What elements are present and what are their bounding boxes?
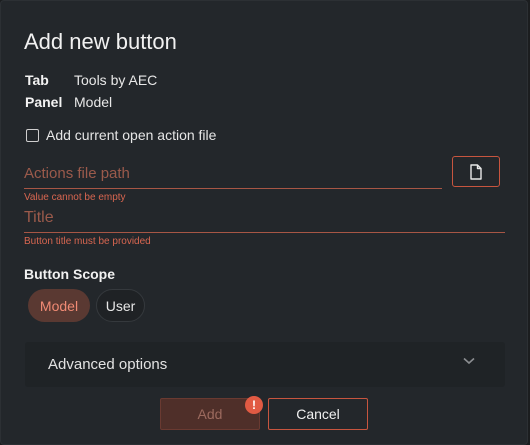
add-current-file-label[interactable]: Add current open action file — [46, 127, 216, 143]
tab-key: Tab — [25, 72, 49, 88]
actions-file-path-input[interactable]: Actions file path — [24, 165, 442, 189]
browse-file-button[interactable] — [452, 156, 500, 187]
add-current-file-option[interactable]: Add current open action file — [26, 127, 216, 143]
title-input[interactable]: Title — [24, 209, 505, 233]
panel-value: Model — [74, 94, 113, 110]
cancel-button[interactable]: Cancel — [268, 398, 368, 430]
add-button-dialog: Add new button Tab Tools by AEC Panel Mode… — [0, 0, 528, 445]
dialog-title: Add new button — [24, 29, 177, 54]
button-scope-heading: Button Scope — [24, 266, 115, 282]
actions-file-path-error: Value cannot be empty — [24, 192, 126, 203]
advanced-options-label[interactable]: Advanced options — [48, 356, 167, 373]
title-error: Button title must be provided — [24, 236, 151, 247]
scope-model-chip[interactable]: Model — [28, 289, 90, 322]
panel-info: Panel Model — [25, 94, 112, 110]
chevron-down-icon[interactable] — [463, 357, 475, 365]
file-icon — [470, 163, 482, 180]
title-field: Title Button title must be provided — [24, 209, 505, 247]
add-warning-badge: ! — [245, 396, 263, 414]
actions-file-path-field: Actions file path Value cannot be empty — [24, 165, 442, 203]
panel-key: Panel — [25, 94, 63, 110]
scope-user-chip[interactable]: User — [96, 289, 145, 322]
add-current-file-checkbox[interactable] — [26, 128, 39, 142]
tab-value: Tools by AEC — [74, 72, 158, 88]
tab-info: Tab Tools by AEC — [25, 72, 157, 88]
advanced-options-expander[interactable]: Advanced options — [25, 342, 505, 387]
